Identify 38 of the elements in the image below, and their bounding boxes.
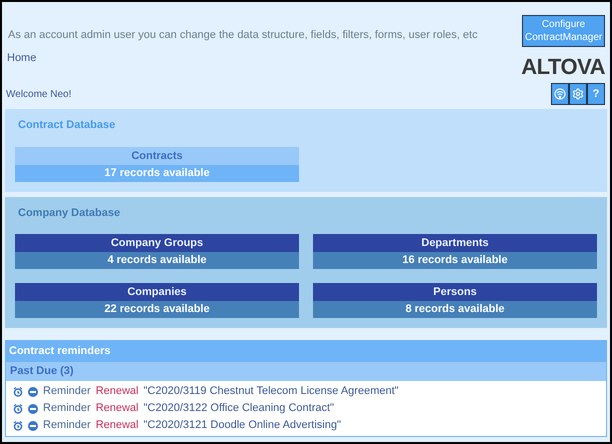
tile-title: Companies xyxy=(15,283,299,301)
tile-title: Contracts xyxy=(15,146,299,164)
contract-link[interactable]: "C2020/3121 Doodle Online Advertising" xyxy=(144,417,341,434)
database-tile[interactable]: Departments 16 records available xyxy=(313,234,597,269)
alarm-clock-icon xyxy=(13,386,23,396)
settings-icon[interactable] xyxy=(569,83,587,105)
record-count: 22 records available xyxy=(15,301,299,318)
wifi-icon[interactable] xyxy=(551,83,569,105)
reminder-label: Reminder xyxy=(43,384,91,400)
contract-link[interactable]: "C2020/3119 Chestnut Telecom License Agreement" xyxy=(144,383,399,400)
status-circle-icon xyxy=(28,404,38,414)
tile-title: Departments xyxy=(313,234,597,252)
reminder-type: Renewal xyxy=(96,401,138,416)
record-count: 8 records available xyxy=(313,301,597,318)
status-circle-icon xyxy=(28,420,38,430)
tile-title: Company Groups xyxy=(15,234,299,252)
record-count: 17 records available xyxy=(15,164,299,182)
panel-title: Contract reminders xyxy=(6,341,606,362)
database-tile[interactable]: Persons 8 records available xyxy=(313,283,597,318)
section-title: Contract Database xyxy=(18,118,116,133)
database-tile[interactable]: Companies 22 records available xyxy=(15,283,299,318)
status-circle-icon xyxy=(28,386,38,396)
tile-title: Persons xyxy=(313,283,597,301)
info-message: As an account admin user you can change the data structure, fields, filters, forms, user roles, etc xyxy=(8,28,478,42)
contract-link[interactable]: "C2020/3122 Office Cleaning Contract" xyxy=(144,400,334,417)
record-count: 16 records available xyxy=(313,252,597,269)
alarm-clock-icon xyxy=(13,420,23,430)
home-link[interactable]: Home xyxy=(7,50,36,66)
reminder-label: Reminder xyxy=(43,418,91,434)
welcome-text: Welcome Neo! xyxy=(6,88,72,102)
reminder-type: Renewal xyxy=(96,418,138,434)
altova-logo: ALTOVA xyxy=(521,56,605,78)
alarm-clock-icon xyxy=(13,404,23,414)
reminder-type: Renewal xyxy=(96,384,138,400)
section-title: Company Database xyxy=(18,206,122,220)
record-count: 4 records available xyxy=(15,252,299,269)
reminder-label: Reminder xyxy=(43,401,91,416)
database-tile[interactable]: Company Groups 4 records available xyxy=(15,234,299,269)
